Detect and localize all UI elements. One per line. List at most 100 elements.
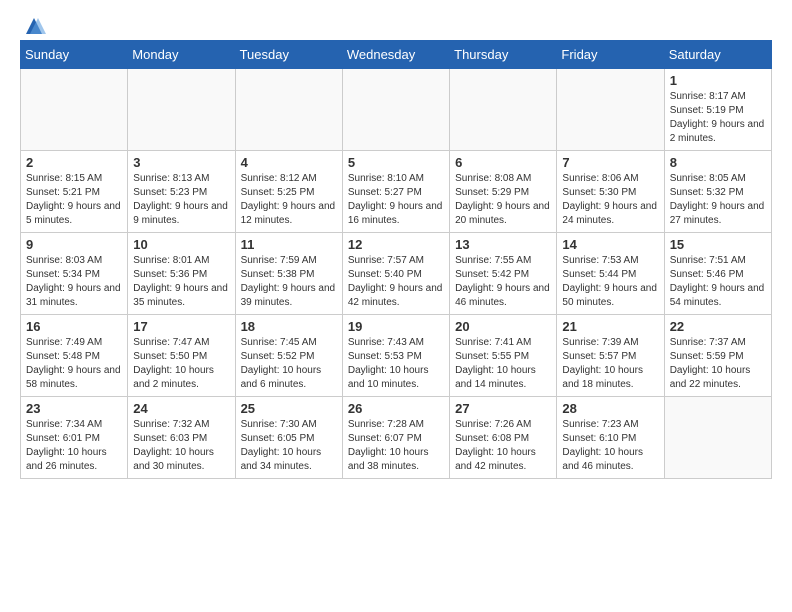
day-info: Sunrise: 7:45 AM Sunset: 5:52 PM Dayligh…	[241, 336, 337, 392]
day-info: Sunrise: 8:03 AM Sunset: 5:34 PM Dayligh…	[26, 254, 122, 310]
weekday-header-row: SundayMondayTuesdayWednesdayThursdayFrid…	[21, 41, 772, 69]
weekday-header-sunday: Sunday	[21, 41, 128, 69]
day-cell	[557, 69, 664, 151]
day-number: 10	[133, 237, 229, 252]
week-row-4: 23Sunrise: 7:34 AM Sunset: 6:01 PM Dayli…	[21, 397, 772, 479]
day-info: Sunrise: 7:23 AM Sunset: 6:10 PM Dayligh…	[562, 418, 658, 474]
day-info: Sunrise: 7:41 AM Sunset: 5:55 PM Dayligh…	[455, 336, 551, 392]
day-number: 15	[670, 237, 766, 252]
day-info: Sunrise: 8:13 AM Sunset: 5:23 PM Dayligh…	[133, 172, 229, 228]
day-number: 19	[348, 319, 444, 334]
day-cell: 8 Sunrise: 8:05 AM Sunset: 5:32 PM Daylig…	[664, 151, 771, 233]
day-cell: 13 Sunrise: 7:55 AM Sunset: 5:42 PM Dayli…	[450, 233, 557, 315]
day-number: 21	[562, 319, 658, 334]
day-cell: 2 Sunrise: 8:15 AM Sunset: 5:21 PM Daylig…	[21, 151, 128, 233]
day-info: Sunrise: 8:05 AM Sunset: 5:32 PM Dayligh…	[670, 172, 766, 228]
day-number: 17	[133, 319, 229, 334]
day-cell: 14 Sunrise: 7:53 AM Sunset: 5:44 PM Dayli…	[557, 233, 664, 315]
day-cell	[21, 69, 128, 151]
day-info: Sunrise: 7:57 AM Sunset: 5:40 PM Dayligh…	[348, 254, 444, 310]
day-number: 24	[133, 401, 229, 416]
day-number: 20	[455, 319, 551, 334]
day-cell: 3 Sunrise: 8:13 AM Sunset: 5:23 PM Daylig…	[128, 151, 235, 233]
day-cell: 5 Sunrise: 8:10 AM Sunset: 5:27 PM Daylig…	[342, 151, 449, 233]
day-cell: 11 Sunrise: 7:59 AM Sunset: 5:38 PM Dayli…	[235, 233, 342, 315]
day-number: 25	[241, 401, 337, 416]
day-info: Sunrise: 7:39 AM Sunset: 5:57 PM Dayligh…	[562, 336, 658, 392]
day-cell: 28 Sunrise: 7:23 AM Sunset: 6:10 PM Dayli…	[557, 397, 664, 479]
day-cell: 6 Sunrise: 8:08 AM Sunset: 5:29 PM Daylig…	[450, 151, 557, 233]
day-cell: 18 Sunrise: 7:45 AM Sunset: 5:52 PM Dayli…	[235, 315, 342, 397]
day-info: Sunrise: 7:37 AM Sunset: 5:59 PM Dayligh…	[670, 336, 766, 392]
day-number: 26	[348, 401, 444, 416]
day-cell: 7 Sunrise: 8:06 AM Sunset: 5:30 PM Daylig…	[557, 151, 664, 233]
weekday-header-monday: Monday	[128, 41, 235, 69]
day-number: 2	[26, 155, 122, 170]
day-number: 28	[562, 401, 658, 416]
weekday-header-friday: Friday	[557, 41, 664, 69]
weekday-header-saturday: Saturday	[664, 41, 771, 69]
week-row-3: 16Sunrise: 7:49 AM Sunset: 5:48 PM Dayli…	[21, 315, 772, 397]
day-cell: 21 Sunrise: 7:39 AM Sunset: 5:57 PM Dayli…	[557, 315, 664, 397]
day-number: 5	[348, 155, 444, 170]
day-cell	[664, 397, 771, 479]
day-number: 23	[26, 401, 122, 416]
calendar-table: SundayMondayTuesdayWednesdayThursdayFrid…	[20, 40, 772, 479]
logo-icon	[22, 16, 46, 36]
day-number: 1	[670, 73, 766, 88]
day-cell: 23Sunrise: 7:34 AM Sunset: 6:01 PM Dayli…	[21, 397, 128, 479]
day-info: Sunrise: 8:08 AM Sunset: 5:29 PM Dayligh…	[455, 172, 551, 228]
day-cell: 26 Sunrise: 7:28 AM Sunset: 6:07 PM Dayli…	[342, 397, 449, 479]
day-cell: 9Sunrise: 8:03 AM Sunset: 5:34 PM Daylig…	[21, 233, 128, 315]
day-info: Sunrise: 7:59 AM Sunset: 5:38 PM Dayligh…	[241, 254, 337, 310]
day-cell: 1 Sunrise: 8:17 AM Sunset: 5:19 PM Daylig…	[664, 69, 771, 151]
day-cell: 10Sunrise: 8:01 AM Sunset: 5:36 PM Dayli…	[128, 233, 235, 315]
day-number: 18	[241, 319, 337, 334]
day-cell: 17 Sunrise: 7:47 AM Sunset: 5:50 PM Dayli…	[128, 315, 235, 397]
day-info: Sunrise: 7:53 AM Sunset: 5:44 PM Dayligh…	[562, 254, 658, 310]
day-info: Sunrise: 7:47 AM Sunset: 5:50 PM Dayligh…	[133, 336, 229, 392]
day-cell: 16Sunrise: 7:49 AM Sunset: 5:48 PM Dayli…	[21, 315, 128, 397]
day-number: 22	[670, 319, 766, 334]
day-cell: 27Sunrise: 7:26 AM Sunset: 6:08 PM Dayli…	[450, 397, 557, 479]
week-row-0: 1 Sunrise: 8:17 AM Sunset: 5:19 PM Daylig…	[21, 69, 772, 151]
day-info: Sunrise: 7:28 AM Sunset: 6:07 PM Dayligh…	[348, 418, 444, 474]
day-cell: 25 Sunrise: 7:30 AM Sunset: 6:05 PM Dayli…	[235, 397, 342, 479]
day-cell: 19 Sunrise: 7:43 AM Sunset: 5:53 PM Dayli…	[342, 315, 449, 397]
week-row-2: 9Sunrise: 8:03 AM Sunset: 5:34 PM Daylig…	[21, 233, 772, 315]
day-number: 6	[455, 155, 551, 170]
day-cell: 20 Sunrise: 7:41 AM Sunset: 5:55 PM Dayli…	[450, 315, 557, 397]
day-cell	[342, 69, 449, 151]
day-cell: 12Sunrise: 7:57 AM Sunset: 5:40 PM Dayli…	[342, 233, 449, 315]
day-info: Sunrise: 7:49 AM Sunset: 5:48 PM Dayligh…	[26, 336, 122, 392]
week-row-1: 2 Sunrise: 8:15 AM Sunset: 5:21 PM Daylig…	[21, 151, 772, 233]
day-number: 14	[562, 237, 658, 252]
day-number: 13	[455, 237, 551, 252]
day-info: Sunrise: 8:10 AM Sunset: 5:27 PM Dayligh…	[348, 172, 444, 228]
page-container: SundayMondayTuesdayWednesdayThursdayFrid…	[0, 0, 792, 495]
weekday-header-thursday: Thursday	[450, 41, 557, 69]
day-info: Sunrise: 7:30 AM Sunset: 6:05 PM Dayligh…	[241, 418, 337, 474]
day-info: Sunrise: 8:06 AM Sunset: 5:30 PM Dayligh…	[562, 172, 658, 228]
day-info: Sunrise: 8:12 AM Sunset: 5:25 PM Dayligh…	[241, 172, 337, 228]
day-info: Sunrise: 7:26 AM Sunset: 6:08 PM Dayligh…	[455, 418, 551, 474]
day-cell: 15 Sunrise: 7:51 AM Sunset: 5:46 PM Dayli…	[664, 233, 771, 315]
day-info: Sunrise: 7:51 AM Sunset: 5:46 PM Dayligh…	[670, 254, 766, 310]
day-number: 7	[562, 155, 658, 170]
day-number: 4	[241, 155, 337, 170]
day-cell	[128, 69, 235, 151]
day-cell: 4 Sunrise: 8:12 AM Sunset: 5:25 PM Daylig…	[235, 151, 342, 233]
day-number: 11	[241, 237, 337, 252]
logo	[20, 16, 46, 32]
day-number: 3	[133, 155, 229, 170]
day-cell: 24Sunrise: 7:32 AM Sunset: 6:03 PM Dayli…	[128, 397, 235, 479]
day-number: 8	[670, 155, 766, 170]
day-cell	[235, 69, 342, 151]
day-info: Sunrise: 8:15 AM Sunset: 5:21 PM Dayligh…	[26, 172, 122, 228]
day-info: Sunrise: 8:17 AM Sunset: 5:19 PM Dayligh…	[670, 90, 766, 146]
day-cell	[450, 69, 557, 151]
day-info: Sunrise: 7:55 AM Sunset: 5:42 PM Dayligh…	[455, 254, 551, 310]
day-info: Sunrise: 7:43 AM Sunset: 5:53 PM Dayligh…	[348, 336, 444, 392]
weekday-header-wednesday: Wednesday	[342, 41, 449, 69]
weekday-header-tuesday: Tuesday	[235, 41, 342, 69]
